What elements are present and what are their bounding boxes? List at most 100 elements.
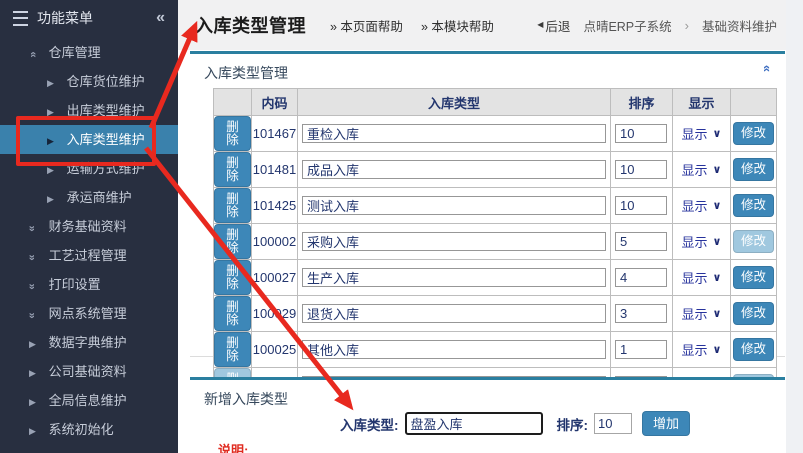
triangle-right-icon: ▶ <box>44 69 57 98</box>
triangle-right-icon: ▶ <box>44 156 57 185</box>
chevron-down-icon: ∨ <box>713 163 722 176</box>
sidebar-item-warehouse-location[interactable]: ▶ 仓库货位维护 <box>0 67 178 96</box>
scrollbar-track[interactable] <box>786 0 803 453</box>
sidebar-item-label: 公司基础资料 <box>49 364 127 379</box>
sort-input[interactable] <box>615 196 667 215</box>
triangle-right-icon: ▶ <box>26 388 39 417</box>
col-type: 入库类型 <box>298 89 611 116</box>
display-select[interactable]: 显示∨ <box>682 232 722 251</box>
code-cell: 100029 <box>252 296 298 332</box>
sort-input[interactable] <box>615 232 667 251</box>
delete-button[interactable]: 删除 <box>214 332 251 367</box>
sort-input[interactable] <box>615 304 667 323</box>
page-header: 入库类型管理 » 本页面帮助 » 本模块帮助 ◀后退 点晴ERP子系统 › 基础… <box>178 0 803 50</box>
type-input[interactable] <box>302 232 606 251</box>
modify-button[interactable]: 修改 <box>733 338 774 361</box>
sidebar-item-label: 网点系统管理 <box>49 306 127 321</box>
sort-input[interactable] <box>615 160 667 179</box>
col-actions-left <box>214 89 252 116</box>
breadcrumb-app[interactable]: 点晴ERP子系统 <box>583 16 671 35</box>
type-input[interactable] <box>302 160 606 179</box>
panel-collapse-icon[interactable]: « <box>761 65 774 72</box>
new-sort-input[interactable] <box>594 413 632 434</box>
sort-input[interactable] <box>615 268 667 287</box>
display-select[interactable]: 显示∨ <box>682 160 722 179</box>
chevron-down-icon: ∨ <box>713 343 722 356</box>
sidebar-item-label: 工艺过程管理 <box>49 248 127 263</box>
module-help-link[interactable]: » 本模块帮助 <box>421 16 494 35</box>
chevron-down-icon: ∨ <box>713 235 722 248</box>
delete-button[interactable]: 删除 <box>214 188 251 223</box>
add-button[interactable]: 增加 <box>642 411 690 436</box>
display-select[interactable]: 显示∨ <box>682 340 722 359</box>
breadcrumb-section[interactable]: 基础资料维护 <box>702 16 777 35</box>
delete-button[interactable]: 删除 <box>214 296 251 331</box>
chevron-double-down-icon: « <box>18 251 47 264</box>
type-field-label: 入库类型: <box>340 414 399 434</box>
table-row: 删除 101481 显示∨ 修改 <box>214 152 777 188</box>
sidebar-item-outbound-type[interactable]: ▶ 出库类型维护 <box>0 96 178 125</box>
sort-input[interactable] <box>615 340 667 359</box>
col-display: 显示 <box>673 89 731 116</box>
table-row: 删除 100029 显示∨ 修改 <box>214 296 777 332</box>
modify-button[interactable]: 修改 <box>733 194 774 217</box>
sidebar-item-system-init[interactable]: ▶ 系统初始化 <box>0 415 178 444</box>
sidebar-item-label: 全局信息维护 <box>49 393 127 408</box>
sidebar-item-data-dictionary[interactable]: ▶ 数据字典维护 <box>0 328 178 357</box>
type-input[interactable] <box>302 124 606 143</box>
sidebar-item-carrier[interactable]: ▶ 承运商维护 <box>0 183 178 212</box>
panel-title: 入库类型管理 <box>204 63 288 83</box>
modify-button[interactable]: 修改 <box>733 158 774 181</box>
sidebar-item-process-management[interactable]: « 工艺过程管理 <box>0 241 178 270</box>
sidebar-item-branch-system[interactable]: « 网点系统管理 <box>0 299 178 328</box>
page-title: 入库类型管理 <box>195 12 306 38</box>
display-select[interactable]: 显示∨ <box>682 196 722 215</box>
sidebar-item-print-settings[interactable]: « 打印设置 <box>0 270 178 299</box>
type-input[interactable] <box>302 340 606 359</box>
page-help-link[interactable]: » 本页面帮助 <box>330 16 403 35</box>
modify-button[interactable]: 修改 <box>733 230 774 253</box>
col-code: 内码 <box>252 89 298 116</box>
code-cell: 101481 <box>252 152 298 188</box>
delete-button[interactable]: 删除 <box>214 116 251 151</box>
sidebar-item-global-info[interactable]: ▶ 全局信息维护 <box>0 386 178 415</box>
triangle-right-icon: ▶ <box>26 359 39 388</box>
sidebar-item-label: 仓库货位维护 <box>67 74 145 89</box>
sidebar-collapse-icon[interactable]: « <box>156 9 165 27</box>
table-header-row: 内码 入库类型 排序 显示 <box>214 89 777 116</box>
table-row: 删除 101425 显示∨ 修改 <box>214 188 777 224</box>
table-row: 删除 100027 显示∨ 修改 <box>214 260 777 296</box>
delete-button[interactable]: 删除 <box>214 224 251 259</box>
delete-button[interactable]: 删除 <box>214 260 251 295</box>
sidebar-item-label: 数据字典维护 <box>49 335 127 350</box>
sidebar-item-finance-basic[interactable]: « 财务基础资料 <box>0 212 178 241</box>
back-button[interactable]: ◀后退 <box>537 16 570 35</box>
type-input[interactable] <box>302 304 606 323</box>
triangle-right-icon: ▶ <box>26 417 39 446</box>
sidebar-item-company-basic[interactable]: ▶ 公司基础资料 <box>0 357 178 386</box>
table-row: 删除 100002 显示∨ 修改 <box>214 224 777 260</box>
sort-input[interactable] <box>615 124 667 143</box>
sidebar-item-label: 仓库管理 <box>49 45 101 60</box>
type-input[interactable] <box>302 268 606 287</box>
display-select[interactable]: 显示∨ <box>682 124 722 143</box>
inbound-type-panel: 入库类型管理 « 内码 入库类型 排序 显示 删除 101467 <box>190 51 785 357</box>
modify-button[interactable]: 修改 <box>733 266 774 289</box>
sidebar-item-transport-mode[interactable]: ▶ 运输方式维护 <box>0 154 178 183</box>
display-select[interactable]: 显示∨ <box>682 304 722 323</box>
type-input[interactable] <box>302 196 606 215</box>
sidebar-item-warehouse-management[interactable]: « 仓库管理 <box>0 38 178 67</box>
sidebar-item-label: 运输方式维护 <box>67 161 145 176</box>
panel-title: 新增入库类型 <box>204 389 288 409</box>
chevron-double-down-icon: « <box>18 280 47 293</box>
modify-button[interactable]: 修改 <box>733 122 774 145</box>
table-row: 删除 100025 显示∨ 修改 <box>214 332 777 368</box>
sidebar-item-inbound-type[interactable]: ▶ 入库类型维护 <box>0 125 178 154</box>
new-type-input[interactable] <box>405 412 543 435</box>
delete-button[interactable]: 删除 <box>214 152 251 187</box>
modify-button[interactable]: 修改 <box>733 302 774 325</box>
main-content: 入库类型管理 » 本页面帮助 » 本模块帮助 ◀后退 点晴ERP子系统 › 基础… <box>178 0 803 453</box>
display-select[interactable]: 显示∨ <box>682 268 722 287</box>
breadcrumb-separator-icon: › <box>685 18 689 33</box>
code-cell: 100025 <box>252 332 298 368</box>
